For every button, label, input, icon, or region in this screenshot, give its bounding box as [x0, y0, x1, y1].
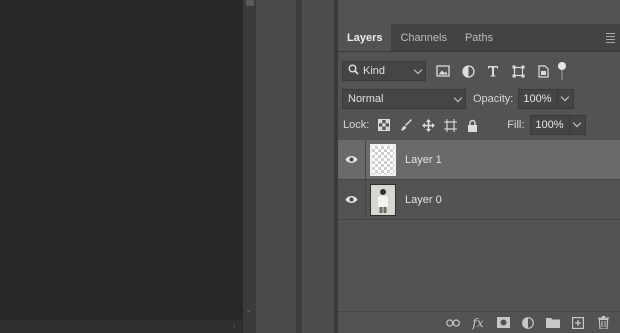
chevron-down-icon [453, 93, 463, 103]
layer-thumbnail[interactable] [370, 183, 396, 216]
pixel-filter-icon[interactable] [435, 63, 451, 79]
trash-icon[interactable] [596, 316, 610, 330]
chevron-down-icon [413, 65, 423, 75]
visibility-eye-icon[interactable] [338, 179, 366, 220]
panel-top-strip [338, 0, 620, 22]
vertical-scrollbar[interactable]: ⌄ [242, 0, 256, 333]
fill-label: Fill: [507, 119, 525, 131]
blend-mode-value: Normal [348, 93, 384, 105]
layer-row-layer-1[interactable]: Layer 1 [338, 139, 620, 180]
smart-object-filter-icon[interactable] [535, 63, 551, 79]
photo-thumbnail [371, 184, 395, 215]
opacity-field[interactable]: 100% [518, 89, 559, 109]
link-layers-icon[interactable] [446, 316, 460, 330]
lock-image-pixels-icon[interactable] [399, 118, 413, 132]
layer-mask-icon[interactable] [496, 316, 510, 330]
collapsed-panel-strip [302, 0, 334, 333]
blend-row: Normal Opacity: 100% [338, 87, 620, 111]
tab-paths[interactable]: Paths [456, 24, 502, 51]
filter-kind-select[interactable]: Kind [342, 61, 426, 81]
lock-artboard-icon[interactable] [443, 118, 457, 132]
opacity-label: Opacity: [473, 93, 514, 105]
opacity-dropdown[interactable] [558, 89, 575, 109]
fill-field[interactable]: 100% [530, 115, 571, 135]
blend-mode-select[interactable]: Normal [342, 89, 466, 109]
scroll-thumb[interactable] [246, 0, 254, 6]
transparency-checkerboard [372, 145, 394, 174]
layers-panel: Layers Channels Paths Kind Normal Opacit… [338, 0, 620, 333]
type-filter-icon[interactable] [485, 63, 501, 79]
panel-menu-icon[interactable] [600, 24, 620, 51]
chevron-down-icon [573, 118, 582, 128]
lock-label: Lock: [343, 119, 370, 131]
layers-footer: fx [338, 311, 620, 333]
layer-thumbnail[interactable] [370, 143, 396, 176]
chevron-down-icon [561, 92, 570, 102]
new-layer-icon[interactable] [571, 316, 585, 330]
lock-position-icon[interactable] [421, 118, 435, 132]
lock-row: Lock: Fill: 100% [338, 114, 620, 136]
horizontal-scrollbar[interactable]: › [0, 319, 242, 333]
panel-tabs: Layers Channels Paths [338, 24, 620, 52]
adjustment-filter-icon[interactable] [460, 63, 476, 79]
lock-transparent-pixels-icon[interactable] [377, 118, 391, 132]
lock-all-icon[interactable] [465, 118, 479, 132]
layers-list: Layer 1 Layer 0 [338, 139, 620, 220]
document-canvas[interactable] [0, 0, 242, 333]
visibility-eye-icon[interactable] [338, 139, 366, 180]
layer-row-layer-0[interactable]: Layer 0 [338, 179, 620, 220]
layer-filter-row: Kind [338, 59, 620, 83]
filter-kind-label: Kind [363, 65, 386, 77]
shape-filter-icon[interactable] [510, 63, 526, 79]
layer-name[interactable]: Layer 1 [405, 154, 442, 166]
adjustment-layer-icon[interactable] [521, 316, 535, 330]
panel-dock-area [256, 0, 296, 333]
fx-icon[interactable]: fx [471, 316, 485, 330]
search-icon [348, 64, 359, 78]
group-folder-icon[interactable] [546, 316, 560, 330]
filter-toggle[interactable] [558, 62, 566, 80]
tab-channels[interactable]: Channels [391, 24, 455, 51]
layer-name[interactable]: Layer 0 [405, 194, 442, 206]
fill-dropdown[interactable] [570, 115, 587, 135]
scroll-down-icon[interactable]: ⌄ [245, 304, 253, 315]
scroll-right-icon[interactable]: › [233, 320, 236, 331]
tab-layers[interactable]: Layers [338, 24, 392, 51]
